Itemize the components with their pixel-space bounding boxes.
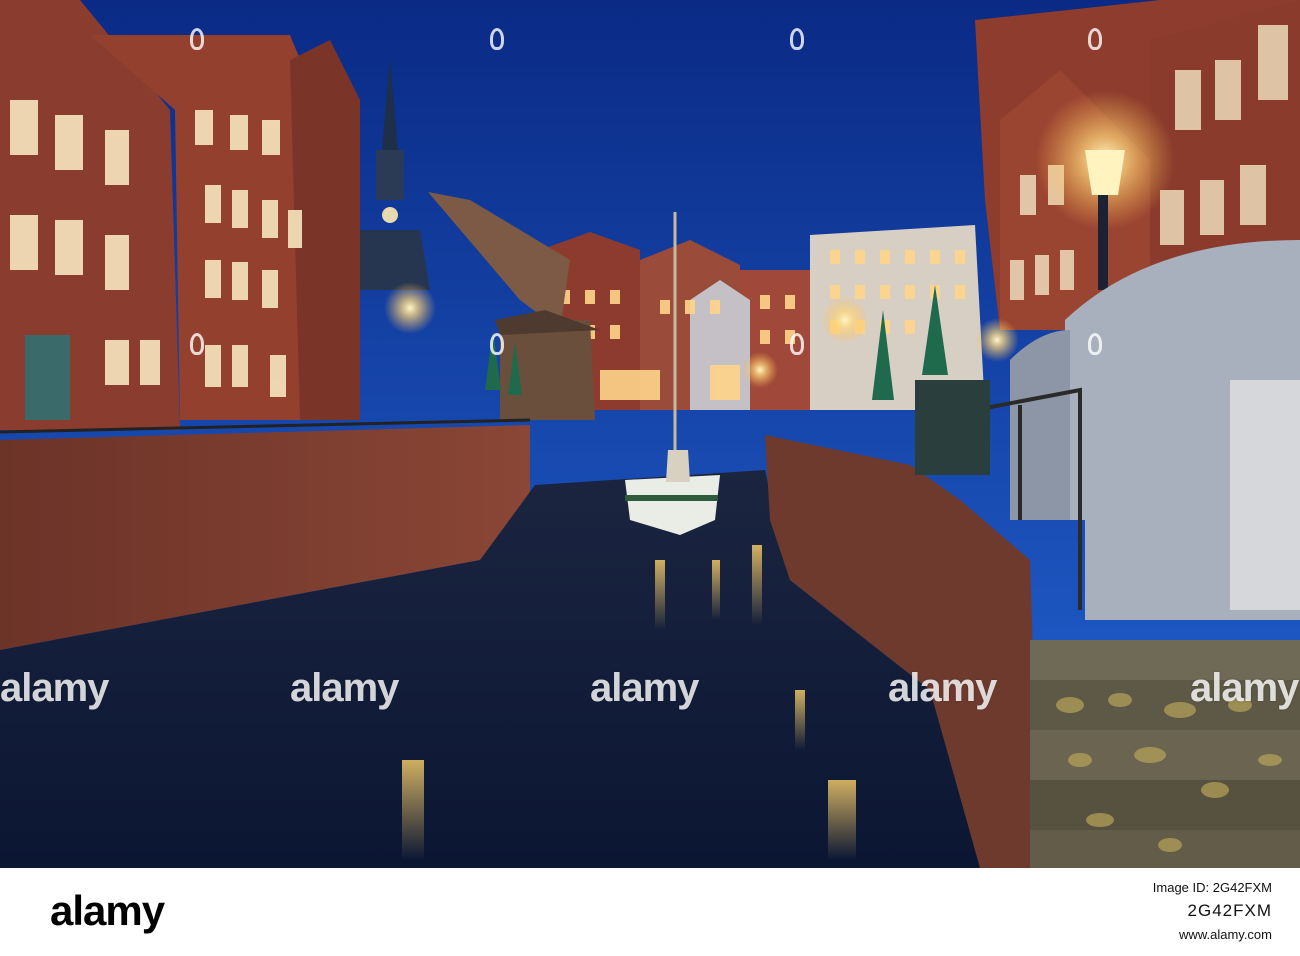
watermark-5: alamy xyxy=(1190,666,1299,710)
kiosk xyxy=(915,380,990,475)
watermark-dot-icon xyxy=(790,333,804,355)
watermark-dot-icon xyxy=(190,28,204,50)
watermark-3: alamy xyxy=(590,666,699,710)
watermark-1: alamy xyxy=(0,666,109,710)
watermark-dot-icon xyxy=(1088,333,1102,355)
canal-night-scene-image xyxy=(0,0,1300,868)
watermark-dot-icon xyxy=(190,333,204,355)
photo: alamy alamy alamy alamy alamy xyxy=(0,0,1300,868)
site-url-link[interactable]: www.alamy.com xyxy=(1153,927,1272,942)
footer-bar xyxy=(0,868,1300,956)
watermark-dot-icon xyxy=(1088,28,1102,50)
left-buildings xyxy=(0,0,360,430)
alamy-logo[interactable]: alamy xyxy=(50,890,165,932)
watermark-dot-icon xyxy=(490,28,504,50)
image-id-value: 2G42FXM xyxy=(1187,901,1272,920)
image-id-label: Image ID: 2G42FXM xyxy=(1152,880,1272,895)
image-meta: Image ID: 2G42FXM 2G42FXM www.alamy.com xyxy=(1153,880,1272,942)
watermark-2: alamy xyxy=(290,666,399,710)
watermark-dot-icon xyxy=(790,28,804,50)
watermark-dot-icon xyxy=(490,333,504,355)
watermark-4: alamy xyxy=(888,666,997,710)
